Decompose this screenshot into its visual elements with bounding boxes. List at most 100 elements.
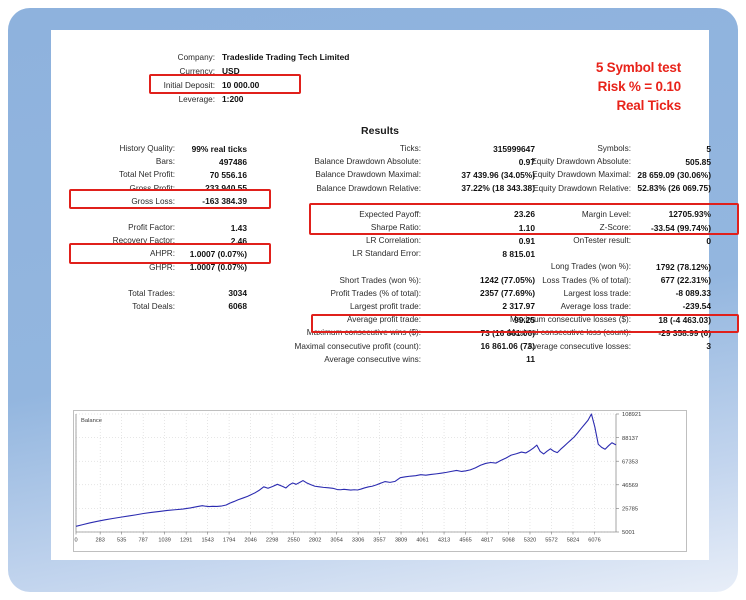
balance-chart: 0 283 535 787 1039 1291 1543 1794 2046 2298 2550 28… [73,410,687,552]
report-header: Company: Tradeslide Trading Tech Limited… [123,50,423,106]
currency-label: Currency: [179,66,216,76]
stat-right-value: 52.83% (26 069.75) [637,183,711,194]
stat-left-value: 1.0007 (0.07%) [189,262,247,273]
stat-right-label: OnTester result: [573,236,631,246]
svg-text:3054: 3054 [330,538,342,544]
stat-left-row: History Quality: 99% real ticks [73,142,247,155]
stat-left-value: 3034 [228,288,247,299]
stat-right-value: -8 089.33 [675,288,711,299]
svg-text:535: 535 [117,538,126,544]
stat-mid-label: Short Trades (won %): [339,275,421,285]
stat-right-label: Long Trades (won %): [550,262,631,272]
svg-text:1291: 1291 [180,538,192,544]
svg-text:3306: 3306 [352,538,364,544]
stat-left-label: Bars: [155,157,175,167]
stat-right-value: 1792 (78.12%) [656,261,711,272]
stat-mid-value: 11 [526,354,535,365]
svg-text:787: 787 [138,538,147,544]
svg-text:5001: 5001 [622,530,635,536]
stat-right-label: Maximal consecutive loss (count): [508,328,631,338]
stat-left-row: Recovery Factor: 2.46 [73,234,247,247]
stat-mid-label: Maximum consecutive wins ($): [306,328,421,338]
stat-right-row: Maximal consecutive loss (count): -29 358… [481,326,711,339]
stat-left-row: Gross Loss: -163 384.39 [73,195,247,208]
annotation-line-3: Real Ticks [616,98,681,113]
stat-left-row: Gross Profit: 233 940.55 [73,182,248,195]
stat-right-row: Margin Level: 12705.93% [481,208,711,221]
stat-right-label: Equity Drawdown Maximal: [532,170,631,180]
stat-right-row: Loss Trades (% of total): 677 (22.31%) [481,274,711,287]
stat-right-value: -29 358.99 (6) [658,327,711,338]
header-row-currency: Currency: USD [123,64,423,78]
stat-right-value: 5 [706,143,711,154]
stat-right-row: Long Trades (won %): 1792 (78.12%) [481,260,711,273]
balance-chart-svg: 0 283 535 787 1039 1291 1543 1794 2046 2298 2550 28… [74,412,641,544]
stat-left-spacer [73,208,247,221]
svg-text:2298: 2298 [266,538,278,544]
header-row-initial-deposit: Initial Deposit: 10 000.00 [123,78,423,92]
svg-text:5824: 5824 [567,538,579,544]
stat-right-row: Equity Drawdown Absolute: 505.85 [481,155,711,168]
stat-left-value: 6068 [228,301,247,312]
stat-left-value: 497486 [219,156,247,167]
stat-mid-label: Sharpe Ratio: [370,223,421,233]
stat-left-value: 70 556.16 [209,169,247,180]
svg-text:6076: 6076 [588,538,600,544]
stat-right-value: 677 (22.31%) [660,275,711,286]
stat-right-row: Equity Drawdown Maximal: 28 659.09 (30.06… [481,168,711,181]
stat-mid-label: Profit Trades (% of total): [330,288,421,298]
initial-deposit-label: Initial Deposit: [163,80,215,90]
svg-text:0: 0 [74,538,77,544]
company-label: Company: [177,52,215,62]
svg-text:2802: 2802 [309,538,321,544]
company-value: Tradeslide Trading Tech Limited [222,52,350,62]
svg-text:4565: 4565 [459,538,471,544]
stat-left-value: 99% real ticks [191,143,247,154]
stat-left-row: Total Net Profit: 70 556.16 [73,168,247,181]
stat-right-label: Margin Level: [581,209,631,219]
slide-background: Company: Tradeslide Trading Tech Limited… [8,8,739,592]
stat-left-row: GHPR: 1.0007 (0.07%) [73,261,247,274]
svg-text:3809: 3809 [395,538,407,544]
svg-text:5572: 5572 [545,538,557,544]
svg-text:1794: 1794 [223,538,235,544]
stat-mid-label: Largest profit trade: [350,301,421,311]
svg-text:Balance: Balance [81,418,102,424]
stat-right-label: Equity Drawdown Relative: [533,183,631,193]
stat-right-row: Average consecutive losses: 3 [481,339,711,352]
annotation-line-1: 5 Symbol test [595,60,681,75]
stat-right-row: Equity Drawdown Relative: 52.83% (26 069.… [481,182,711,195]
stat-left-value: -163 384.39 [202,196,247,207]
stat-left-label: Gross Profit: [129,183,176,193]
stat-left-value: 2.46 [230,235,247,246]
stat-right-row: Average loss trade: -239.54 [481,300,711,313]
stat-left-label: AHPR: [149,249,175,259]
stat-mid-label: Average consecutive wins: [324,354,421,364]
svg-text:1039: 1039 [158,538,170,544]
svg-text:4313: 4313 [438,538,450,544]
stat-right-label: Largest loss trade: [563,288,631,298]
report-sheet: Company: Tradeslide Trading Tech Limited… [51,30,739,560]
stat-left-value: 233 940.55 [205,183,247,194]
stat-right-value: 505.85 [685,156,711,167]
stat-mid-label: Balance Drawdown Maximal: [315,170,421,180]
stat-mid-row: Average consecutive wins: 11 [263,353,535,366]
stat-right-label: Maximum consecutive losses ($): [509,315,631,325]
svg-text:2550: 2550 [287,538,299,544]
stats-column-right: Symbols: 5 Equity Drawdown Absolute: 505.85… [481,142,711,353]
annotation-line-2: Risk % = 0.10 [597,79,682,94]
page-title: Results [361,125,399,137]
stat-right-row: Z-Score: -33.54 (99.74%) [481,221,711,234]
stat-mid-label: Expected Payoff: [359,209,421,219]
svg-text:283: 283 [95,538,104,544]
stat-right-value: -33.54 (99.74%) [650,222,711,233]
svg-text:4817: 4817 [481,538,493,544]
stat-right-row: Symbols: 5 [481,142,711,155]
header-row-leverage: Leverage: 1:200 [123,92,423,106]
svg-text:88137: 88137 [622,436,638,442]
svg-text:67353: 67353 [622,459,638,465]
stat-right-label: Equity Drawdown Absolute: [531,157,631,167]
currency-value: USD [222,66,240,76]
initial-deposit-value: 10 000.00 [222,80,260,90]
leverage-label: Leverage: [178,94,215,104]
